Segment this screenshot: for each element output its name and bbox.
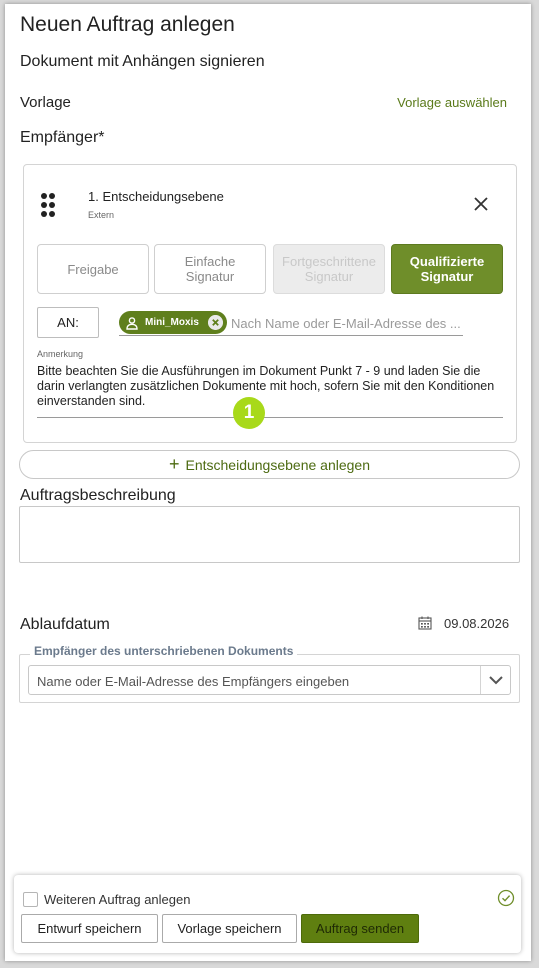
decision-level-card: 1. Entscheidungsebene Extern Freigabe Ei… xyxy=(23,164,517,443)
save-template-label: Vorlage speichern xyxy=(177,921,282,936)
signature-type-label: Fortgeschrittene Signatur xyxy=(282,254,376,284)
order-panel: Neuen Auftrag anlegen Dokument mit Anhän… xyxy=(5,4,531,961)
send-order-label: Auftrag senden xyxy=(315,921,405,936)
signed-recipient-select[interactable]: Name oder E-Mail-Adresse des Empfängers … xyxy=(28,665,511,695)
signature-type-qualifizierte[interactable]: Qualifizierte Signatur xyxy=(391,244,503,294)
page-subtitle: Dokument mit Anhängen signieren xyxy=(20,53,265,70)
signed-recipient-placeholder: Name oder E-Mail-Adresse des Empfängers … xyxy=(37,674,350,689)
plus-icon: + xyxy=(168,454,180,474)
remove-chip-icon[interactable] xyxy=(208,315,223,330)
send-order-button[interactable]: Auftrag senden xyxy=(301,914,419,943)
an-button[interactable]: AN: xyxy=(37,307,99,338)
signature-type-label: Einfache Signatur xyxy=(184,254,236,284)
signature-type-fortgeschrittene[interactable]: Fortgeschrittene Signatur xyxy=(273,244,385,294)
signature-type-einfache[interactable]: Einfache Signatur xyxy=(154,244,266,294)
drag-handle-icon[interactable] xyxy=(41,193,55,217)
recipient-chip: Mini_Moxis xyxy=(119,311,227,334)
signature-type-label: Qualifizierte Signatur xyxy=(409,254,485,284)
an-label: AN: xyxy=(57,315,79,330)
signature-type-label: Freigabe xyxy=(67,261,119,277)
recipients-label: Empfänger* xyxy=(20,129,105,146)
vorlage-label: Vorlage xyxy=(20,94,71,111)
check-circle-icon xyxy=(497,889,515,907)
recipient-search-input[interactable] xyxy=(231,314,463,332)
level-subtitle: Extern xyxy=(88,210,115,220)
page-title: Neuen Auftrag anlegen xyxy=(20,13,235,36)
person-icon xyxy=(126,316,138,330)
expiry-date[interactable]: 09.08.2026 xyxy=(444,616,509,631)
step-badge: 1 xyxy=(233,397,265,429)
description-label: Auftragsbeschreibung xyxy=(20,487,176,504)
anmerkung-field[interactable]: Bitte beachten Sie die Ausführungen im D… xyxy=(37,364,503,418)
another-order-label: Weiteren Auftrag anlegen xyxy=(44,892,191,907)
expiry-label: Ablaufdatum xyxy=(20,616,110,633)
chevron-down-icon xyxy=(489,676,503,685)
save-draft-button[interactable]: Entwurf speichern xyxy=(21,914,158,943)
signed-recipient-legend: Empfänger des unterschriebenen Dokuments xyxy=(30,644,298,658)
add-decision-level-button[interactable]: + Entscheidungsebene anlegen xyxy=(19,450,520,479)
select-template-link[interactable]: Vorlage auswählen xyxy=(397,95,507,110)
signature-type-freigabe[interactable]: Freigabe xyxy=(37,244,149,294)
dropdown-toggle[interactable] xyxy=(480,666,510,694)
description-textarea[interactable] xyxy=(19,506,520,563)
level-title: 1. Entscheidungsebene xyxy=(88,189,224,204)
another-order-checkbox[interactable] xyxy=(23,892,38,907)
footer-bar: Weiteren Auftrag anlegen Entwurf speiche… xyxy=(14,875,521,953)
add-level-label: Entscheidungsebene anlegen xyxy=(185,456,371,473)
save-template-button[interactable]: Vorlage speichern xyxy=(162,914,297,943)
close-icon[interactable] xyxy=(472,195,490,213)
anmerkung-label: Anmerkung xyxy=(37,349,84,359)
recipient-chip-label: Mini_Moxis xyxy=(145,317,199,328)
save-draft-label: Entwurf speichern xyxy=(37,921,142,936)
calendar-icon[interactable] xyxy=(418,616,432,630)
recipient-field[interactable]: Mini_Moxis xyxy=(119,308,463,336)
